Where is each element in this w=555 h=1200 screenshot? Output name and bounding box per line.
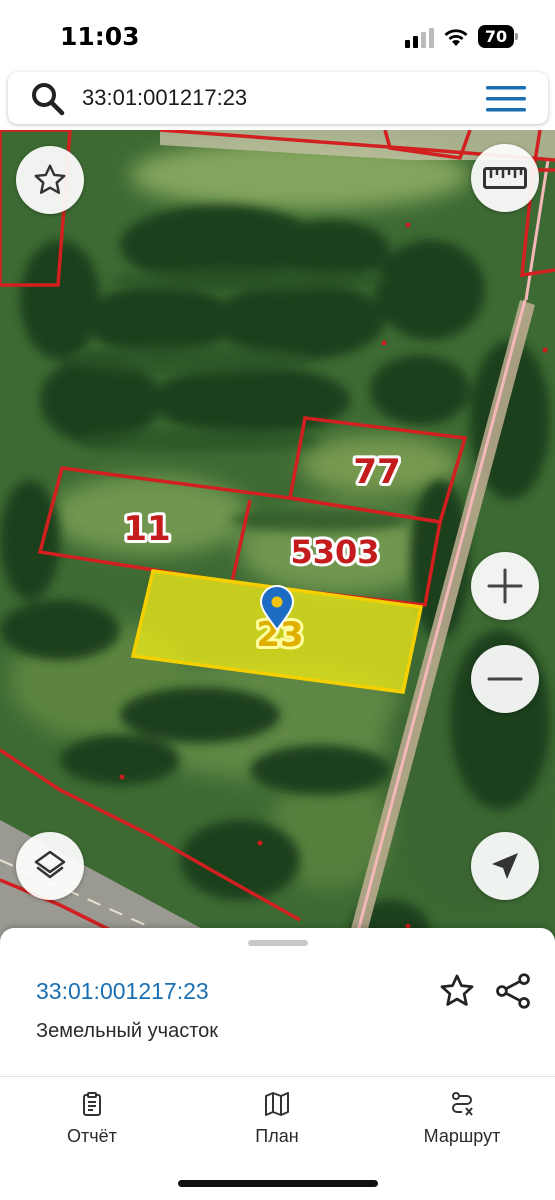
tab-report[interactable]: Отчёт <box>22 1090 162 1150</box>
tab-route-label: Маршрут <box>423 1126 501 1146</box>
menu-icon[interactable] <box>486 84 526 114</box>
battery-level: 70 <box>484 27 508 46</box>
zoom-out-button[interactable] <box>471 645 539 713</box>
map-icon <box>265 1092 289 1116</box>
search-icon[interactable] <box>30 81 66 117</box>
ruler-icon <box>483 167 527 189</box>
share-icon[interactable] <box>494 972 532 1010</box>
location-arrow-icon <box>492 853 518 879</box>
satellite-map[interactable]: 77 11 5303 23 <box>0 130 555 960</box>
plus-icon <box>487 568 523 604</box>
wifi-icon <box>444 29 468 46</box>
parcel-label-77: 77 <box>353 452 400 492</box>
star-icon <box>34 164 66 194</box>
star-icon[interactable] <box>438 972 476 1010</box>
map-view[interactable]: 77 11 5303 23 <box>0 130 555 960</box>
parcel-cadastral-number[interactable]: 33:01:001217:23 <box>36 978 209 1005</box>
tab-plan[interactable]: План <box>207 1090 347 1150</box>
search-input[interactable]: 33:01:001217:23 <box>82 85 247 111</box>
route-icon <box>452 1092 473 1116</box>
status-time: 11:03 <box>60 22 140 51</box>
parcel-type: Земельный участок <box>36 1020 219 1042</box>
tab-report-label: Отчёт <box>67 1126 117 1146</box>
tab-route[interactable]: Маршрут <box>392 1090 532 1150</box>
signal-icon <box>405 28 434 48</box>
parcel-label-11: 11 <box>123 509 170 549</box>
home-indicator[interactable] <box>178 1180 378 1187</box>
locate-button[interactable] <box>471 832 539 900</box>
parcel-label-5303: 5303 <box>290 533 379 571</box>
sheet-drag-handle[interactable] <box>248 940 308 946</box>
zoom-in-button[interactable] <box>471 552 539 620</box>
favorite-button[interactable] <box>16 146 84 214</box>
status-bar: 11:03 70 <box>0 0 555 72</box>
layers-icon <box>34 850 66 879</box>
report-icon <box>83 1092 101 1116</box>
tab-plan-label: План <box>255 1126 299 1146</box>
battery-icon: 70 <box>478 25 518 48</box>
parcel-info-sheet[interactable]: 33:01:001217:23 Земельный участок Отчёт … <box>0 928 555 1200</box>
search-bar[interactable]: 33:01:001217:23 <box>8 72 548 124</box>
layers-button[interactable] <box>16 832 84 900</box>
ruler-button[interactable] <box>471 144 539 212</box>
minus-icon <box>487 677 523 681</box>
divider <box>0 1076 555 1077</box>
